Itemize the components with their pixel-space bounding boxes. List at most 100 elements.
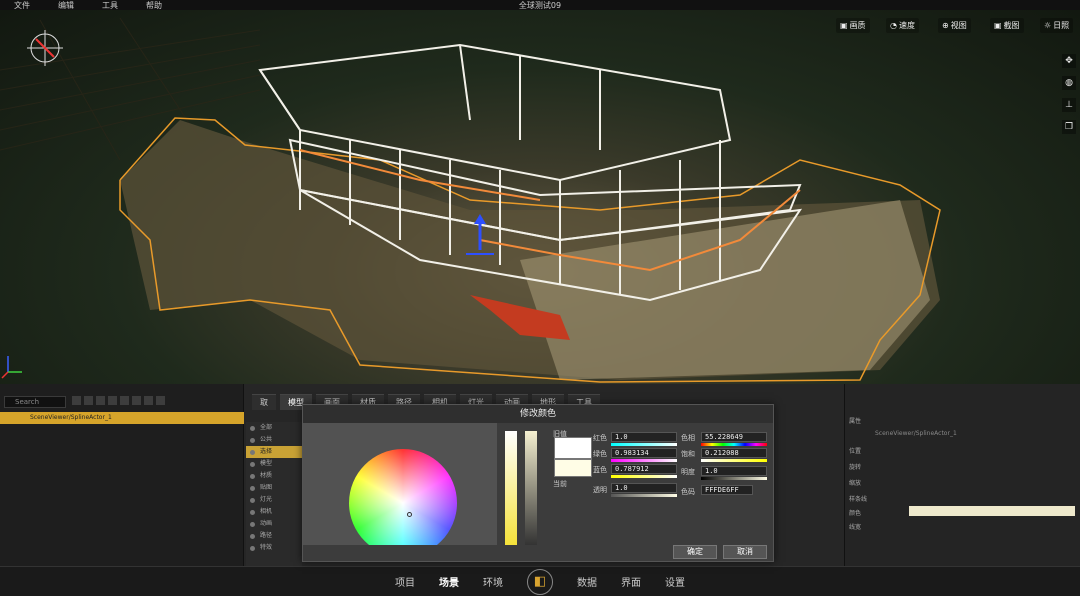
speed-button[interactable]: ◔ 速度	[886, 18, 919, 33]
app-window: { "window":{"title":"全球测试09"}, "menu":{"…	[0, 0, 1080, 596]
menu-bar: 文件 编辑 工具 帮助 全球测试09	[0, 0, 1080, 10]
list-item[interactable]: 路径	[246, 530, 302, 542]
red-bar[interactable]	[611, 443, 677, 446]
outliner-toolbar	[72, 396, 165, 405]
value-slider[interactable]	[505, 431, 517, 545]
color-label: 颜色	[849, 510, 862, 517]
hue-field[interactable]: 55.228649	[701, 432, 767, 442]
nav-project[interactable]: 项目	[395, 574, 415, 589]
sat-label: 饱和	[681, 450, 695, 458]
3d-viewport[interactable]: ▣ 画质 ◔ 速度 ⊕ 视图 ▣ 截图 ☼ 日照 ✥ ◍ ⊥ ❐	[0, 10, 1080, 384]
red-label: 红色	[593, 434, 607, 442]
compass-icon[interactable]	[27, 30, 63, 66]
green-field[interactable]: 0.983134	[611, 448, 677, 458]
eye-icon[interactable]	[156, 396, 165, 405]
list-item[interactable]: 全部	[246, 422, 302, 434]
green-label: 绿色	[593, 450, 607, 458]
width-label: 线宽	[849, 524, 862, 531]
layers-icon[interactable]: ❐	[1062, 120, 1076, 134]
move-icon[interactable]: ✥	[1062, 54, 1076, 68]
menu-tools[interactable]: 工具	[88, 0, 132, 11]
wheel-cursor[interactable]	[407, 512, 412, 517]
nav-environment[interactable]: 环境	[483, 574, 503, 589]
nav-scene[interactable]: 场景	[439, 574, 459, 589]
ok-button[interactable]: 确定	[673, 545, 717, 559]
add-icon[interactable]	[84, 396, 93, 405]
speed-label: 速度	[898, 21, 915, 30]
axis-icon[interactable]: ⊥	[1062, 98, 1076, 112]
list-item[interactable]: 模型	[246, 458, 302, 470]
scene-render	[0, 17, 941, 383]
outliner-selected-item[interactable]: SceneViewer/SplineActor_1	[0, 412, 244, 424]
sun-button[interactable]: ☼ 日照	[1040, 18, 1074, 33]
color-wheel[interactable]	[349, 449, 457, 545]
current-color-swatch	[554, 459, 592, 477]
gauge-icon: ◔	[890, 21, 897, 30]
refresh-icon[interactable]	[72, 396, 81, 405]
list-item[interactable]: 材质	[246, 470, 302, 482]
screenshot-label: 截图	[1003, 21, 1020, 30]
val-bar[interactable]	[701, 477, 767, 480]
val-field[interactable]: 1.0	[701, 466, 767, 476]
search-input[interactable]: Search	[4, 396, 66, 408]
alpha-bar[interactable]	[611, 494, 677, 497]
nav-data[interactable]: 数据	[577, 574, 597, 589]
color-picker-dialog: 修改颜色 旧值 当前 红色 1.0 绿色 0.983134 蓝色 0.78791…	[302, 404, 774, 562]
val-label: 明度	[681, 468, 695, 476]
menu-help[interactable]: 帮助	[132, 0, 176, 11]
menu-file[interactable]: 文件	[0, 0, 44, 11]
list-item[interactable]: 公共	[246, 434, 302, 446]
details-panel: 属性 SceneViewer/SplineActor_1 位置 旋转 缩放 样条…	[844, 384, 1080, 566]
sun-label: 日照	[1053, 21, 1070, 30]
color-preview[interactable]	[909, 506, 1075, 516]
details-name: SceneViewer/SplineActor_1	[875, 430, 957, 437]
bottom-nav: 项目 场景 环境 ◧ 数据 界面 设置	[0, 566, 1080, 596]
list-item[interactable]: 贴图	[246, 482, 302, 494]
red-field[interactable]: 1.0	[611, 432, 677, 442]
spline-label: 样条线	[849, 496, 868, 503]
filter-icon[interactable]	[132, 396, 141, 405]
globe-icon[interactable]: ◍	[1062, 76, 1076, 90]
hex-label: 色码	[681, 488, 695, 496]
list-item[interactable]: 选择	[246, 446, 302, 458]
current-label: 当前	[553, 480, 567, 488]
dialog-title: 修改颜色	[303, 405, 773, 423]
blue-label: 蓝色	[593, 466, 607, 474]
group-icon[interactable]	[120, 396, 129, 405]
sat-field[interactable]: 0.212088	[701, 448, 767, 458]
green-bar[interactable]	[611, 459, 677, 462]
list-item[interactable]: 相机	[246, 506, 302, 518]
app-logo-icon[interactable]: ◧	[527, 568, 553, 595]
alpha-field[interactable]: 1.0	[611, 483, 677, 493]
image-icon: ▣	[840, 21, 848, 30]
quality-button[interactable]: ▣ 画质	[836, 18, 870, 33]
view-label: 视图	[950, 21, 967, 30]
sun-icon: ☼	[1044, 21, 1052, 30]
blue-bar[interactable]	[611, 475, 677, 478]
blue-field[interactable]: 0.787912	[611, 464, 677, 474]
list-item[interactable]: 动画	[246, 518, 302, 530]
list-item[interactable]: 灯光	[246, 494, 302, 506]
copy-icon[interactable]	[96, 396, 105, 405]
delete-icon[interactable]	[108, 396, 117, 405]
list-item[interactable]: 特效	[246, 542, 302, 554]
menu-edit[interactable]: 编辑	[44, 0, 88, 11]
tab-0[interactable]: 取	[252, 394, 276, 410]
sat-bar[interactable]	[701, 459, 767, 462]
alpha-label: 透明	[593, 486, 607, 494]
screenshot-button[interactable]: ▣ 截图	[990, 18, 1024, 33]
view-button[interactable]: ⊕ 视图	[938, 18, 971, 33]
quality-label: 画质	[849, 21, 866, 30]
scale-label: 缩放	[849, 480, 862, 487]
details-tab[interactable]: 属性	[849, 416, 861, 426]
cancel-button[interactable]: 取消	[723, 545, 767, 559]
hex-field[interactable]: FFFDE6FF	[701, 485, 753, 495]
camera-icon: ▣	[994, 21, 1002, 30]
view-icon: ⊕	[942, 21, 949, 30]
lock-icon[interactable]	[144, 396, 153, 405]
nav-interface[interactable]: 界面	[621, 574, 641, 589]
hue-label: 色相	[681, 434, 695, 442]
hue-bar[interactable]	[701, 443, 767, 446]
nav-settings[interactable]: 设置	[665, 574, 685, 589]
alpha-slider[interactable]	[525, 431, 537, 545]
